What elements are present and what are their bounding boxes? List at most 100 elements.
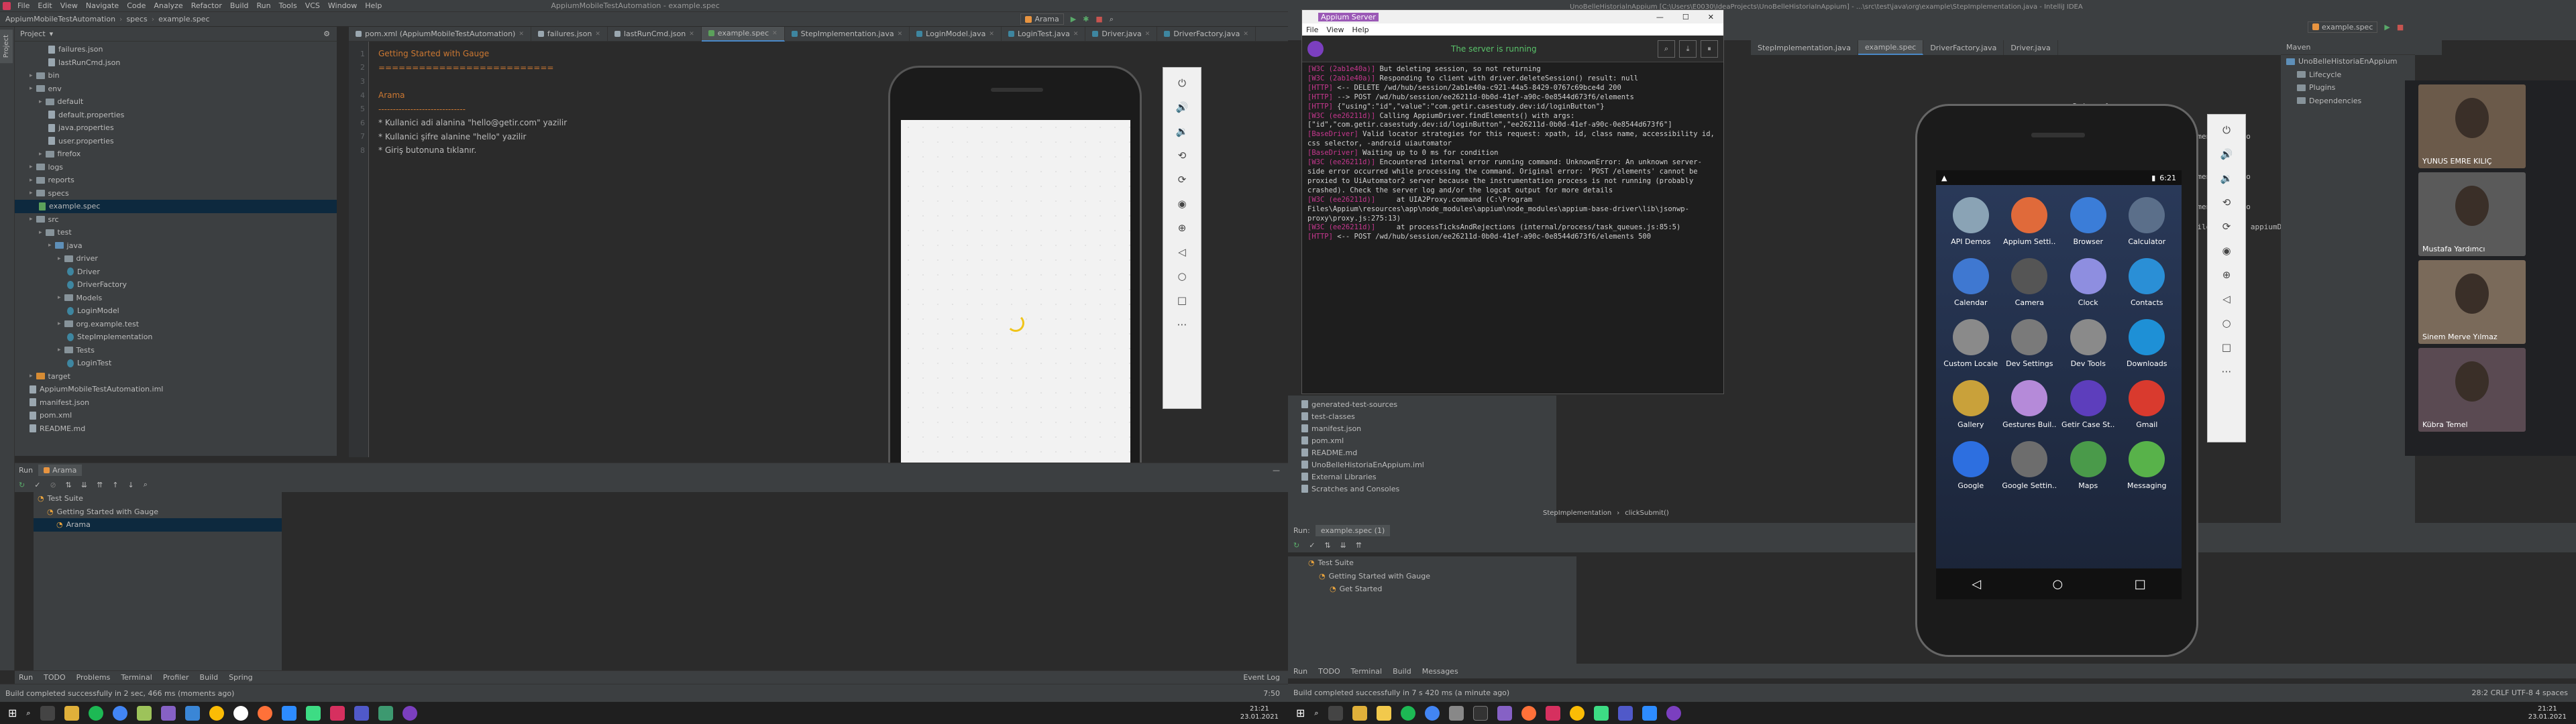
bottom-tab[interactable]: TODO: [44, 673, 66, 682]
teams-icon[interactable]: [1617, 705, 1633, 721]
menu-item[interactable]: View: [60, 1, 78, 10]
tree-item[interactable]: failures.json: [15, 43, 337, 56]
app-shortcut[interactable]: API Demos: [1941, 197, 2000, 246]
back-nav-icon[interactable]: ◁: [1972, 577, 1981, 591]
search-taskbar-icon[interactable]: ⌕: [1314, 709, 1318, 718]
sort-icon[interactable]: ⇅: [66, 481, 72, 489]
tree-item[interactable]: ▸ org.example.test: [15, 318, 337, 331]
menu-item[interactable]: Window: [328, 1, 357, 10]
project-label[interactable]: Project: [20, 29, 46, 38]
breadcrumb-folder[interactable]: specs: [126, 15, 147, 23]
tree-item[interactable]: pom.xml: [15, 409, 337, 422]
taskbar-clock-right[interactable]: 21:21 23.01.2021: [2528, 705, 2567, 721]
right-tree-item[interactable]: README.md: [1301, 446, 1556, 459]
tree-item[interactable]: ▸ Tests: [15, 344, 337, 357]
close-tab-icon[interactable]: ✕: [519, 31, 524, 38]
chevron-icon[interactable]: ▸: [39, 99, 42, 105]
home-icon[interactable]: ○: [1177, 270, 1186, 282]
app-shortcut[interactable]: Dev Settings: [2000, 319, 2059, 368]
app-shortcut[interactable]: Calendar: [1941, 258, 2000, 307]
app-shortcut[interactable]: Getir Case St..: [2059, 380, 2118, 429]
editor-tab[interactable]: example.spec ✕: [701, 26, 785, 42]
bottom-tab[interactable]: Run: [19, 673, 33, 682]
menu-item[interactable]: Code: [127, 1, 146, 10]
more-icon[interactable]: ⋯: [1177, 318, 1187, 330]
tree-item[interactable]: ▸ Models: [15, 292, 337, 305]
app-shortcut[interactable]: Custom Locale: [1941, 319, 2000, 368]
zoom-app-icon[interactable]: [281, 705, 297, 721]
breadcrumb-root[interactable]: AppiumMobileTestAutomation: [5, 15, 115, 23]
maximize-window-icon[interactable]: ☐: [1673, 13, 1699, 21]
tree-item[interactable]: ▸ reports: [15, 174, 337, 187]
android-studio-icon[interactable]: [1593, 705, 1609, 721]
appium-icon[interactable]: [1666, 705, 1681, 721]
right-check-icon[interactable]: ✓: [1309, 541, 1315, 550]
app-shortcut[interactable]: Contacts: [2118, 258, 2177, 307]
right-tree-item[interactable]: test-classes: [1301, 410, 1556, 422]
tree-item[interactable]: manifest.json: [15, 396, 337, 410]
home-icon[interactable]: ○: [2222, 317, 2231, 329]
gear-icon[interactable]: ⚙: [323, 29, 330, 38]
teams-icon[interactable]: [354, 705, 369, 721]
firefox-icon[interactable]: [257, 705, 272, 721]
debug-icon[interactable]: ✱: [1083, 15, 1089, 23]
recents-nav-icon[interactable]: □: [2135, 577, 2146, 591]
app-shortcut[interactable]: Browser: [2059, 197, 2118, 246]
chevron-down-icon[interactable]: ▾: [50, 29, 54, 38]
rotate-right-icon[interactable]: ⟳: [1178, 174, 1187, 186]
breadcrumb-file[interactable]: example.spec: [158, 15, 209, 23]
tree-item[interactable]: Driver: [15, 265, 337, 279]
download-logs-icon[interactable]: ⤓: [1679, 40, 1697, 58]
taskbar-clock[interactable]: 21:21 23.01.2021: [1240, 705, 1279, 721]
run-tree-item[interactable]: ◔ Arama: [34, 518, 282, 532]
minimize-window-icon[interactable]: —: [1647, 13, 1673, 21]
close-tab-icon[interactable]: ✕: [989, 31, 994, 38]
tree-item[interactable]: ▸ bin: [15, 69, 337, 82]
menu-item[interactable]: Tools: [279, 1, 297, 10]
run-tree-item[interactable]: ◔ Getting Started with Gauge: [34, 505, 282, 519]
chevron-icon[interactable]: ▸: [58, 294, 61, 301]
menu-item[interactable]: Navigate: [86, 1, 119, 10]
expand-icon[interactable]: ⇊: [81, 481, 87, 489]
minimize-icon[interactable]: —: [1273, 466, 1280, 475]
camera-icon[interactable]: ◉: [2222, 245, 2231, 257]
right-rerun-icon[interactable]: ↻: [1293, 541, 1299, 550]
app-shortcut[interactable]: Appium Setti..: [2000, 197, 2059, 246]
back-icon[interactable]: ◁: [1178, 246, 1186, 258]
bottom-tab[interactable]: Build: [200, 673, 219, 682]
right-tree-item[interactable]: pom.xml: [1301, 434, 1556, 446]
right-bottom-tab[interactable]: Messages: [1422, 667, 1458, 676]
editor-tab[interactable]: pom.xml (AppiumMobileTestAutomation) ✕: [349, 26, 531, 42]
right-tree-item[interactable]: UnoBelleHistoriaEnAppium.iml: [1301, 459, 1556, 471]
right-collapse-icon[interactable]: ⇈: [1356, 541, 1362, 550]
editor-tab[interactable]: DriverFactory.java ✕: [1157, 26, 1256, 42]
menu-item[interactable]: Edit: [38, 1, 52, 10]
right-expand-icon[interactable]: ⇊: [1340, 541, 1346, 550]
task-view-icon[interactable]: [40, 705, 55, 721]
tree-item[interactable]: ▸ driver: [15, 252, 337, 265]
back-icon[interactable]: ◁: [2222, 293, 2231, 305]
close-tab-icon[interactable]: ✕: [772, 30, 777, 37]
chevron-icon[interactable]: ▸: [39, 151, 42, 158]
tree-item[interactable]: lastRunCmd.json: [15, 56, 337, 70]
tree-item[interactable]: DriverFactory: [15, 278, 337, 292]
app-shortcut[interactable]: Dev Tools: [2059, 319, 2118, 368]
chevron-icon[interactable]: ▸: [58, 255, 61, 262]
search-logs-icon[interactable]: ⌕: [1658, 40, 1675, 58]
right-run-tree-item[interactable]: ◔ Test Suite: [1288, 556, 1576, 570]
app-shortcut[interactable]: Calculator: [2118, 197, 2177, 246]
right-editor-tab[interactable]: Driver.java: [2004, 40, 2058, 55]
right-bottom-tab[interactable]: Build: [1393, 667, 1411, 676]
participant-video[interactable]: Kübra Temel: [2418, 348, 2526, 432]
right-run-tree-item[interactable]: ◔ Getting Started with Gauge: [1288, 570, 1576, 583]
menu-item[interactable]: Build: [230, 1, 249, 10]
tree-item[interactable]: ▸ env: [15, 82, 337, 96]
maven-item[interactable]: Dependencies: [2281, 95, 2415, 108]
appium-icon[interactable]: [402, 705, 417, 721]
right-run-tree-item[interactable]: ◔ Get Started: [1288, 583, 1576, 596]
chevron-icon[interactable]: ▸: [58, 320, 61, 327]
file-explorer-icon[interactable]: [1352, 705, 1367, 721]
appium-menu-item[interactable]: File: [1306, 25, 1318, 34]
tree-item[interactable]: ▸ firefox: [15, 147, 337, 161]
chrome-icon[interactable]: [112, 705, 127, 721]
